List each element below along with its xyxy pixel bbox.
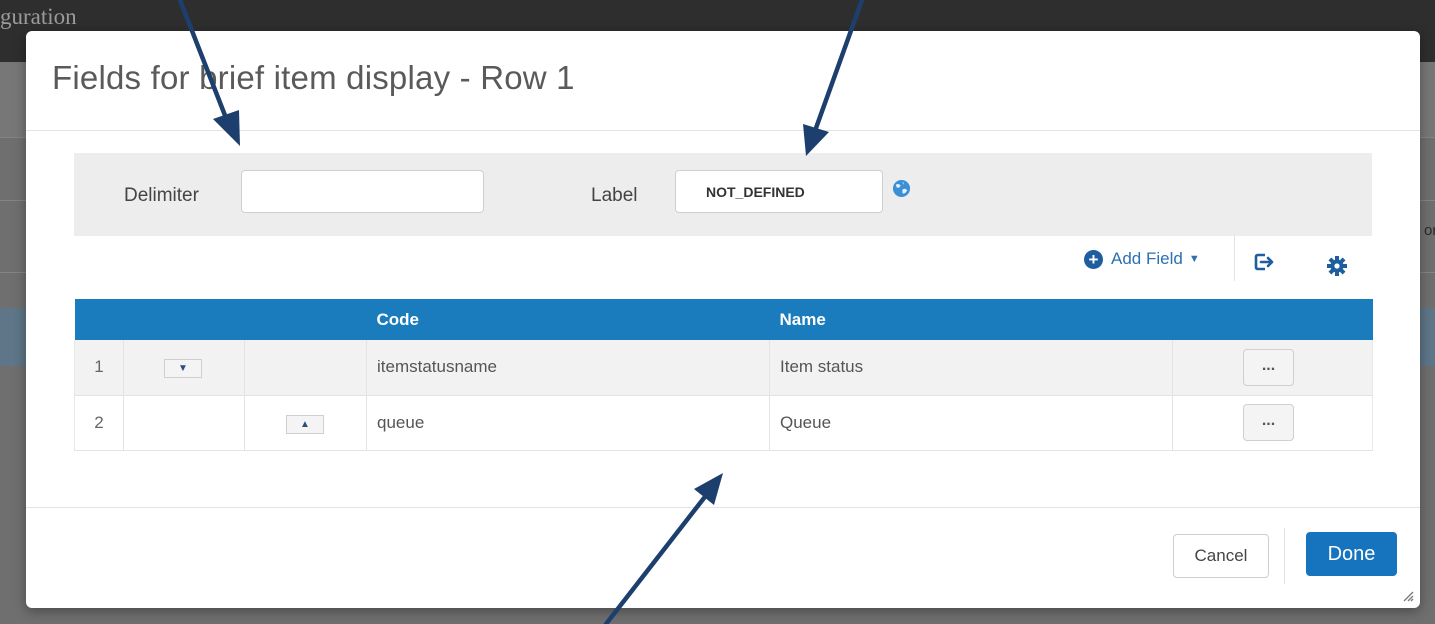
fields-table: Code Name 1 ▼ itemstatusname Item status… [74, 299, 1373, 451]
caret-down-icon: ▼ [1188, 253, 1200, 265]
column-header-move-down [123, 299, 245, 340]
column-header-index [74, 299, 124, 340]
code-cell: itemstatusname [366, 340, 770, 396]
field-settings-panel: Delimiter Label [74, 153, 1372, 236]
footer-separator [26, 507, 1420, 508]
table-header-row: Code Name [74, 299, 1373, 340]
column-header-move-up [244, 299, 367, 340]
row-index: 1 [74, 340, 124, 396]
add-field-button[interactable]: + Add Field ▼ [1084, 249, 1200, 269]
delimiter-input[interactable] [241, 170, 484, 213]
row-index: 2 [74, 395, 124, 451]
caret-up-icon: ▲ [300, 418, 310, 430]
plus-circle-icon: + [1084, 249, 1103, 269]
export-icon[interactable] [1253, 251, 1275, 273]
column-header-code[interactable]: Code [366, 299, 770, 340]
table-row: 1 ▼ itemstatusname Item status ... [74, 340, 1373, 396]
done-button[interactable]: Done [1306, 532, 1397, 576]
move-down-cell [123, 395, 245, 451]
column-header-name[interactable]: Name [769, 299, 1173, 340]
column-header-actions [1172, 299, 1373, 340]
table-row: 2 ▲ queue Queue ... [74, 395, 1373, 451]
move-up-button[interactable]: ▲ [286, 414, 324, 434]
move-up-cell: ▲ [244, 395, 367, 451]
gear-icon[interactable] [1326, 255, 1348, 277]
row-actions-button[interactable]: ... [1243, 348, 1294, 386]
background-side-text: or [1424, 222, 1435, 239]
move-down-cell: ▼ [123, 340, 245, 396]
actions-cell: ... [1172, 395, 1373, 451]
name-cell: Item status [769, 340, 1173, 396]
label-field-label: Label [591, 185, 638, 206]
cancel-button[interactable]: Cancel [1173, 534, 1269, 578]
move-up-cell [244, 340, 367, 396]
label-input[interactable] [675, 170, 883, 213]
move-down-button[interactable]: ▼ [164, 359, 202, 379]
dialog-title: Fields for brief item display - Row 1 [52, 59, 575, 96]
title-separator [26, 130, 1420, 131]
actions-cell: ... [1172, 340, 1373, 396]
add-field-label: Add Field [1111, 249, 1183, 268]
globe-icon[interactable] [892, 179, 911, 198]
code-cell: queue [366, 395, 770, 451]
name-cell: Queue [769, 395, 1173, 451]
delimiter-label: Delimiter [124, 185, 199, 206]
footer-divider [1284, 528, 1285, 584]
resize-handle-icon[interactable] [1402, 590, 1414, 602]
row-actions-button[interactable]: ... [1243, 404, 1294, 441]
toolbar-divider [1234, 235, 1235, 281]
app-title: guration [0, 4, 77, 29]
fields-dialog: Fields for brief item display - Row 1 De… [26, 31, 1420, 608]
caret-down-icon: ▼ [178, 363, 188, 375]
